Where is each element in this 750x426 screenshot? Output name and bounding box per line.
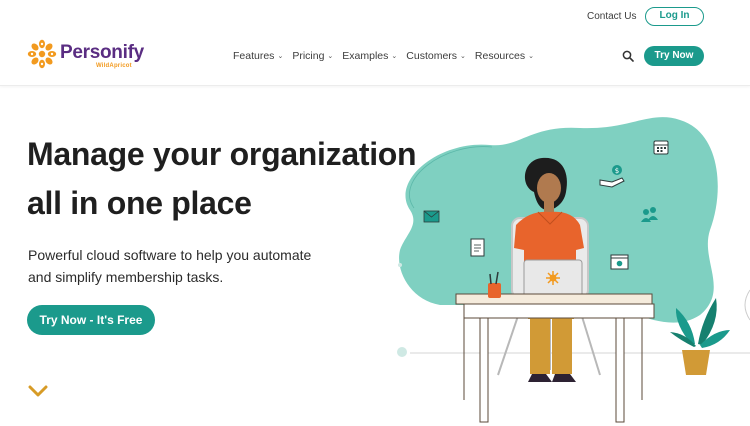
document-icon (470, 238, 485, 257)
chevron-down-icon: ⌄ (391, 53, 398, 60)
main-nav: Features ⌄ Pricing ⌄ Examples ⌄ Customers ⌄ … (233, 50, 543, 62)
hero-subtitle-line-2: and simplify membership tasks. (28, 269, 224, 285)
laptop (523, 259, 583, 298)
logo-subtitle: WildApricot (96, 63, 132, 69)
personify-logo[interactable]: Personify WildApricot (27, 39, 152, 73)
nav-item-customers[interactable]: Customers ⌄ (406, 50, 466, 62)
email-icon (423, 210, 440, 223)
nav-item-label: Features (233, 50, 275, 62)
chevron-down-icon[interactable] (28, 384, 48, 398)
gear-window-icon (610, 254, 629, 270)
nav-item-pricing[interactable]: Pricing ⌄ (292, 50, 333, 62)
chevron-down-icon: ⌄ (528, 53, 534, 60)
nav-item-features[interactable]: Features ⌄ (233, 50, 283, 62)
hero-title-line-2: all in one place (27, 185, 252, 221)
try-now-button[interactable]: Try Now (644, 46, 704, 66)
login-button[interactable]: Log In (645, 7, 704, 26)
nav-item-label: Pricing (292, 50, 325, 62)
contact-us-link[interactable]: Contact Us (587, 11, 636, 22)
hero-illustration: $ (397, 117, 750, 423)
nav-item-label: Customers (406, 50, 458, 62)
chevron-down-icon: ⌄ (277, 53, 284, 60)
try-free-button[interactable]: Try Now - It's Free (27, 305, 155, 335)
nav-item-label: Examples (342, 50, 389, 62)
hero-subtitle: Powerful cloud software to help you auto… (28, 244, 358, 288)
nav-item-examples[interactable]: Examples ⌄ (342, 50, 397, 62)
chevron-down-icon: ⌄ (327, 53, 334, 60)
nav-item-label: Resources (474, 50, 526, 62)
search-icon[interactable] (622, 50, 634, 62)
svg-text:$: $ (615, 167, 619, 175)
logo-name: Personify (60, 42, 144, 63)
calendar-icon (653, 140, 669, 155)
chevron-down-icon: ⌄ (460, 53, 466, 60)
hero-subtitle-line-1: Powerful cloud software to help you auto… (28, 247, 312, 263)
sun-logo-icon (27, 39, 57, 69)
site-header: Contact Us Log In Personify WildApricot (0, 0, 750, 86)
hero-title-line-1: Manage your organization (27, 136, 417, 172)
nav-item-resources[interactable]: Resources ⌄ (475, 50, 534, 62)
